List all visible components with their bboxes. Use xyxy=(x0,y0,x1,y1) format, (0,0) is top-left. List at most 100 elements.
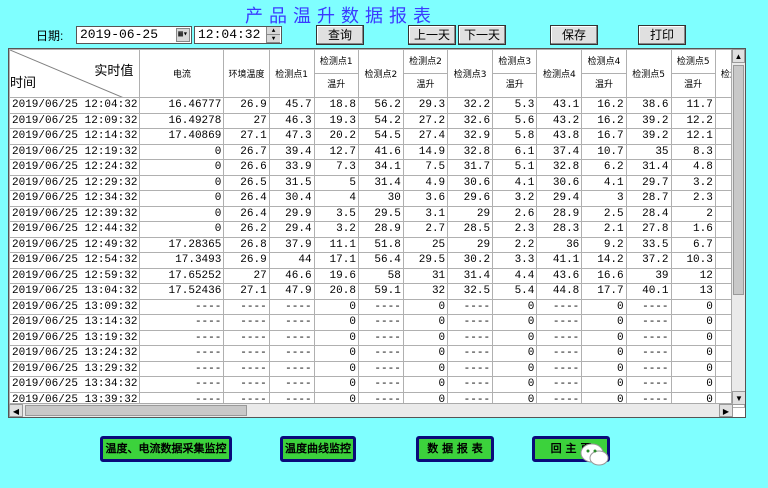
value-cell: 32.5 xyxy=(447,283,494,300)
table-row[interactable]: 2019/06/25 13:29:32 ---- ---- ---- 0 ---- 0 ---… xyxy=(9,360,745,377)
curve-monitor-button[interactable]: 温度曲线监控 xyxy=(280,436,356,462)
column-header: 检测点3 温升 xyxy=(492,49,538,98)
value-cell: 18.8 xyxy=(313,97,359,114)
value-cell: 29 xyxy=(447,205,494,222)
value-cell: 54.5 xyxy=(357,128,404,145)
value-cell: 26.7 xyxy=(223,143,270,160)
table-row[interactable]: 2019/06/25 13:04:32 17.52436 27.1 47.9 20.8 5… xyxy=(9,283,745,300)
prev-day-button[interactable]: 上一天 xyxy=(408,25,456,45)
value-cell: 58 xyxy=(357,267,404,284)
value-cell: 1.6 xyxy=(670,221,716,238)
spin-up-icon[interactable]: ▲ xyxy=(267,27,280,35)
value-cell: ---- xyxy=(536,376,583,393)
table-row[interactable]: 2019/06/25 12:44:32 0 26.2 29.4 3.2 28.9 2.7 28… xyxy=(9,221,745,238)
value-cell: 3.1 xyxy=(402,205,449,222)
value-cell: 5.8 xyxy=(492,128,538,145)
value-cell: 2.3 xyxy=(670,190,716,207)
horizontal-scroll-thumb[interactable] xyxy=(25,405,247,416)
table-row[interactable]: 2019/06/25 13:09:32 ---- ---- ---- 0 ---- 0 ---… xyxy=(9,298,745,315)
value-cell: 28.5 xyxy=(447,221,494,238)
data-report-button[interactable]: 数 据 报 表 xyxy=(416,436,494,462)
report-grid[interactable]: 实时值 时间 电流 环境温度 检测点1 检测点1 温升 检测点2 检测点2 温升 检测点3 检测点… xyxy=(8,48,746,418)
value-cell: 32.6 xyxy=(447,112,494,129)
vertical-scrollbar[interactable]: ▲ ▼ xyxy=(731,49,745,405)
value-cell: 39.2 xyxy=(625,112,672,129)
scroll-down-icon[interactable]: ▼ xyxy=(732,391,745,405)
value-cell: 0 xyxy=(581,329,627,346)
table-row[interactable]: 2019/06/25 13:19:32 ---- ---- ---- 0 ---- 0 ---… xyxy=(9,329,745,346)
collect-monitor-button[interactable]: 温度、电流数据采集监控 xyxy=(100,436,232,462)
value-cell: 0 xyxy=(139,174,225,191)
value-cell: 4 xyxy=(313,190,359,207)
scroll-up-icon[interactable]: ▲ xyxy=(732,49,745,63)
value-cell: 7.3 xyxy=(313,159,359,176)
value-cell: 46.3 xyxy=(268,112,315,129)
table-row[interactable]: 2019/06/25 12:39:32 0 26.4 29.9 3.5 29.5 3.1 29… xyxy=(9,205,745,222)
value-cell: 12.1 xyxy=(670,128,716,145)
table-row[interactable]: 2019/06/25 12:29:32 0 26.5 31.5 5 31.4 4.9 30.6… xyxy=(9,174,745,191)
table-row[interactable]: 2019/06/25 12:04:32 16.46777 26.9 45.7 18.8 5… xyxy=(9,97,745,114)
value-cell: 31.4 xyxy=(625,159,672,176)
scroll-right-icon[interactable]: ▶ xyxy=(719,404,733,417)
value-cell: 17.28365 xyxy=(139,236,225,253)
value-cell: 4.9 xyxy=(402,174,449,191)
table-row[interactable]: 2019/06/25 13:14:32 ---- ---- ---- 0 ---- 0 ---… xyxy=(9,314,745,331)
value-cell: 14.9 xyxy=(402,143,449,160)
table-row[interactable]: 2019/06/25 12:14:32 17.40869 27.1 47.3 20.2 5… xyxy=(9,128,745,145)
table-row[interactable]: 2019/06/25 12:24:32 0 26.6 33.9 7.3 34.1 7.5 31… xyxy=(9,159,745,176)
time-cell: 2019/06/25 12:29:32 xyxy=(9,174,141,191)
value-cell: 25 xyxy=(402,236,449,253)
calendar-dropdown-icon[interactable]: ▦▾ xyxy=(176,28,190,42)
value-cell: 29.3 xyxy=(402,97,449,114)
time-picker[interactable]: 12:04:32 ▲ ▼ xyxy=(194,26,282,44)
time-spinner[interactable]: ▲ ▼ xyxy=(266,27,280,43)
date-label: 日期: xyxy=(36,29,64,43)
column-header-bottom: 温升 xyxy=(594,79,613,90)
next-day-button[interactable]: 下一天 xyxy=(458,25,506,45)
value-cell: 4.1 xyxy=(492,174,538,191)
time-cell: 2019/06/25 13:24:32 xyxy=(9,345,141,362)
value-cell: 8.3 xyxy=(670,143,716,160)
value-cell: 2.1 xyxy=(581,221,627,238)
value-cell: ---- xyxy=(139,314,225,331)
value-cell: 20.8 xyxy=(313,283,359,300)
vertical-scroll-thumb[interactable] xyxy=(733,65,744,295)
value-cell: 43.1 xyxy=(536,97,583,114)
print-button[interactable]: 打印 xyxy=(638,25,686,45)
value-cell: 39 xyxy=(625,267,672,284)
table-row[interactable]: 2019/06/25 12:49:32 17.28365 26.8 37.9 11.1 5… xyxy=(9,236,745,253)
value-cell: 43.2 xyxy=(536,112,583,129)
value-cell: 29.4 xyxy=(536,190,583,207)
table-row[interactable]: 2019/06/25 12:09:32 16.49278 27 46.3 19.3 54.… xyxy=(9,112,745,129)
value-cell: 29.4 xyxy=(268,221,315,238)
value-cell: ---- xyxy=(447,329,494,346)
column-header-bottom: 温升 xyxy=(684,79,703,90)
table-row[interactable]: 2019/06/25 12:54:32 17.3493 26.9 44 17.1 56.4… xyxy=(9,252,745,269)
value-cell: 37.2 xyxy=(625,252,672,269)
save-button[interactable]: 保存 xyxy=(550,25,598,45)
value-cell: ---- xyxy=(268,298,315,315)
value-cell: 29 xyxy=(447,236,494,253)
date-picker[interactable]: 2019-06-25 ▦▾ xyxy=(76,26,192,44)
column-header: 检测点3 xyxy=(447,49,494,98)
value-cell: 3.6 xyxy=(402,190,449,207)
collect-monitor-label: 温度、电流数据采集监控 xyxy=(103,439,229,459)
value-cell: 9.2 xyxy=(581,236,627,253)
table-row[interactable]: 2019/06/25 13:34:32 ---- ---- ---- 0 ---- 0 ---… xyxy=(9,376,745,393)
table-row[interactable]: 2019/06/25 13:24:32 ---- ---- ---- 0 ---- 0 ---… xyxy=(9,345,745,362)
time-cell: 2019/06/25 12:14:32 xyxy=(9,128,141,145)
value-cell: 59.1 xyxy=(357,283,404,300)
table-row[interactable]: 2019/06/25 12:19:32 0 26.7 39.4 12.7 41.6 14.9… xyxy=(9,143,745,160)
table-row[interactable]: 2019/06/25 12:59:32 17.65252 27 46.6 19.6 58 3… xyxy=(9,267,745,284)
column-header: 检测点1 xyxy=(268,49,315,98)
value-cell: ---- xyxy=(357,329,404,346)
value-cell: 0 xyxy=(670,329,716,346)
spin-down-icon[interactable]: ▼ xyxy=(267,35,280,43)
table-row[interactable]: 2019/06/25 12:34:32 0 26.4 30.4 4 30 3.6 29.6 3.… xyxy=(9,190,745,207)
query-button[interactable]: 查询 xyxy=(316,25,364,45)
horizontal-scrollbar[interactable]: ◀ ▶ xyxy=(9,403,733,417)
scroll-left-icon[interactable]: ◀ xyxy=(9,404,23,417)
time-cell: 2019/06/25 12:19:32 xyxy=(9,143,141,160)
value-cell: 2.6 xyxy=(492,205,538,222)
value-cell: 54.2 xyxy=(357,112,404,129)
